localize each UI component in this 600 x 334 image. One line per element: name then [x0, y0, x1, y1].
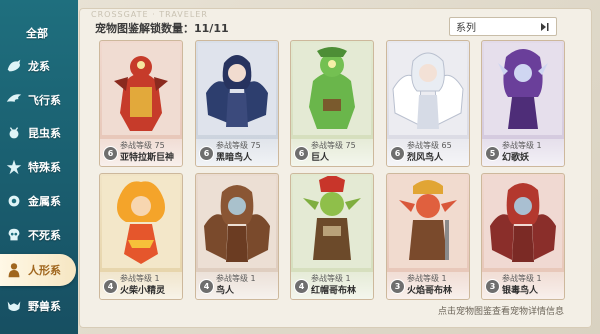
unlock-count: 宠物图鉴解锁数量：11/11 [95, 22, 229, 35]
category-label: 全部 [26, 27, 48, 40]
category-humanoid[interactable]: 人形系 [0, 254, 76, 286]
pet-card[interactable]: 6 参战等级 75 巨人 [290, 40, 374, 167]
category-label: 不死系 [28, 229, 61, 242]
category-beast[interactable]: 野兽系 [0, 290, 74, 322]
star-icon [4, 157, 24, 177]
pet-portrait [484, 176, 562, 268]
pet-name: 黑暗鸟人 [216, 153, 253, 163]
pet-card[interactable]: 6 参战等级 65 烈风鸟人 [386, 40, 470, 167]
rank-badge: 4 [103, 279, 118, 294]
rank-badge: 4 [294, 279, 309, 294]
pet-collection-panel: CROSSGATE · TRAVELER 宠物图鉴解锁数量：11/11 系列 6… [79, 8, 592, 328]
category-label: 野兽系 [28, 300, 61, 313]
series-filter-label: 系列 [456, 23, 476, 34]
pet-portrait [198, 176, 276, 268]
pet-name: 亚特拉斯巨神 [120, 153, 175, 163]
pet-card[interactable]: 4 参战等级 1 红帽哥布林 [290, 173, 374, 300]
category-label: 飞行系 [28, 94, 61, 107]
pet-name: 银毒鸟人 [502, 286, 539, 296]
pet-card[interactable]: 4 参战等级 1 鸟人 [195, 173, 279, 300]
category-flying[interactable]: 飞行系 [0, 84, 74, 116]
pet-name: 红帽哥布林 [311, 286, 357, 296]
pet-portrait [389, 176, 467, 268]
pet-card[interactable]: 3 参战等级 1 火焰哥布林 [386, 173, 470, 300]
rank-badge: 6 [294, 146, 309, 161]
pet-name: 鸟人 [216, 286, 235, 296]
category-all[interactable]: 全部 [0, 17, 74, 49]
category-label: 昆虫系 [28, 127, 61, 140]
pet-portrait [389, 43, 467, 135]
rank-badge: 3 [485, 279, 500, 294]
pet-portrait [293, 174, 371, 268]
rank-badge: 4 [199, 279, 214, 294]
pet-name: 火焰哥布林 [407, 286, 453, 296]
rank-badge: 6 [390, 146, 405, 161]
category-label: 金属系 [28, 195, 61, 208]
category-label: 特殊系 [28, 161, 61, 174]
category-dragon[interactable]: 龙系 [0, 50, 74, 82]
rank-badge: 5 [485, 146, 500, 161]
gear-icon [4, 191, 24, 211]
pet-name: 巨人 [311, 153, 330, 163]
pet-card[interactable]: 5 参战等级 1 幻歌妖 [481, 40, 565, 167]
pet-card[interactable]: 6 参战等级 75 黑暗鸟人 [195, 40, 279, 167]
rank-badge: 3 [390, 279, 405, 294]
category-label: 龙系 [28, 60, 50, 73]
category-insect[interactable]: 昆虫系 [0, 117, 74, 149]
rank-badge: 6 [103, 146, 118, 161]
dragon-icon [4, 56, 24, 76]
chevron-right-icon [538, 21, 550, 33]
pet-card[interactable]: 3 参战等级 1 银毒鸟人 [481, 173, 565, 300]
series-filter-dropdown[interactable]: 系列 [449, 17, 557, 36]
footer-hint: 点击宠物图鉴查看宠物详情信息 [438, 307, 565, 317]
pet-name: 幻歌妖 [502, 153, 530, 163]
skull-icon [4, 225, 24, 245]
pet-portrait [293, 43, 371, 135]
pet-name: 烈风鸟人 [407, 153, 444, 163]
pet-name: 火柴小精灵 [120, 286, 166, 296]
pet-portrait [102, 176, 180, 268]
category-label: 人形系 [28, 264, 61, 277]
pet-card[interactable]: 4 参战等级 1 火柴小精灵 [99, 173, 183, 300]
insect-icon [4, 123, 24, 143]
category-sidebar: 全部 龙系 飞行系 昆虫系 特殊系 金属系 不死系 人形系 野兽系 [0, 0, 78, 334]
pet-portrait [198, 43, 276, 135]
category-special[interactable]: 特殊系 [0, 151, 74, 183]
humanoid-icon [4, 260, 24, 280]
pet-card[interactable]: 6 参战等级 75 亚特拉斯巨神 [99, 40, 183, 167]
rank-badge: 6 [199, 146, 214, 161]
category-undead[interactable]: 不死系 [0, 219, 74, 251]
wing-icon [4, 90, 24, 110]
pet-portrait [102, 43, 180, 135]
panel-watermark: CROSSGATE · TRAVELER [91, 10, 208, 19]
category-metal[interactable]: 金属系 [0, 185, 74, 217]
beast-icon [4, 296, 24, 316]
pet-portrait [484, 43, 562, 135]
